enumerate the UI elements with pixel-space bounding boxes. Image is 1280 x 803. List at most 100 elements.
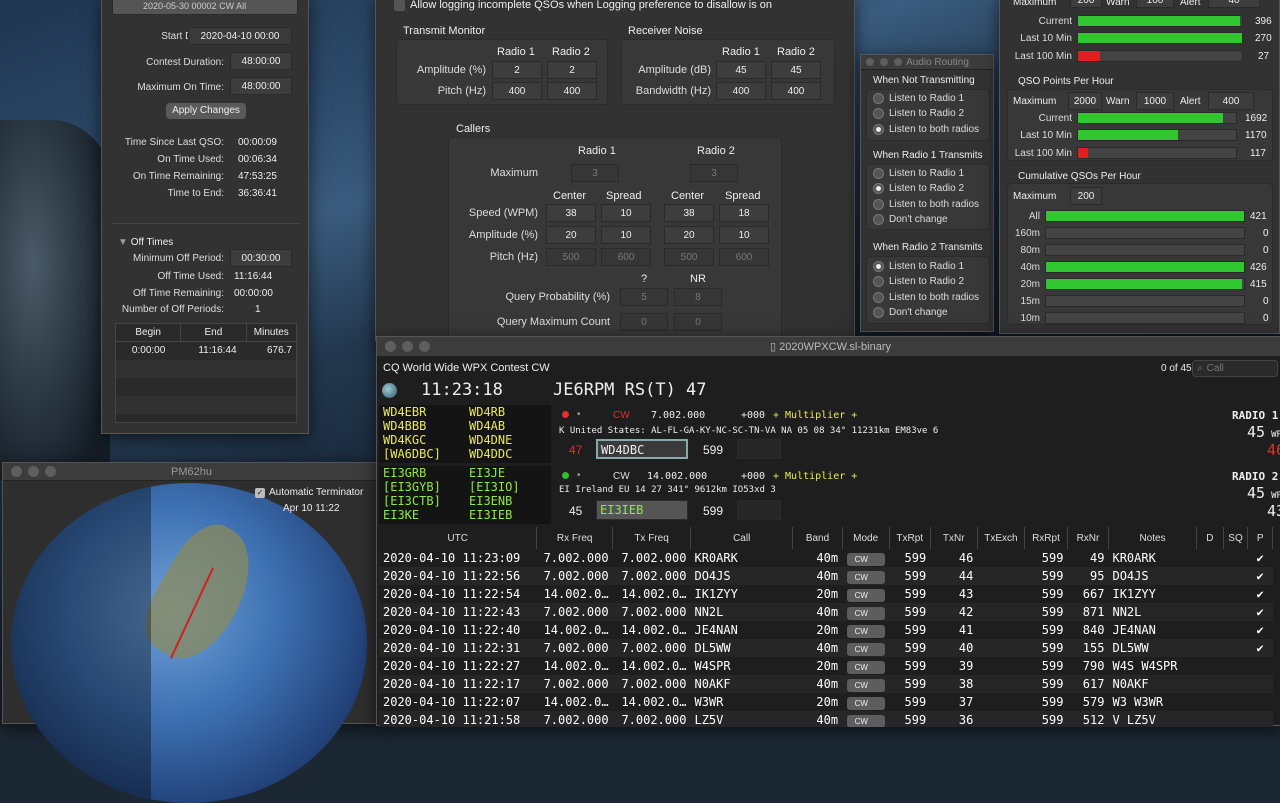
col-header[interactable]: Rx Freq <box>536 527 614 549</box>
col-header[interactable]: Tx Freq <box>612 527 691 549</box>
speed-center-r2[interactable]: 38 <box>664 204 714 222</box>
col-minutes[interactable]: Minutes <box>247 324 296 341</box>
amp-center-r1[interactable]: 20 <box>546 226 596 244</box>
col-header[interactable]: Mode <box>842 527 890 549</box>
pitch-center-r1[interactable]: 500 <box>546 248 596 266</box>
g1-radio2[interactable]: Listen to Radio 2 <box>873 108 964 119</box>
auto-terminator-checkbox[interactable]: ✓ Automatic Terminator <box>255 487 363 498</box>
off-times-toggle[interactable]: ▼ Off Times <box>118 237 173 248</box>
g3-radio2[interactable]: Listen to Radio 2 <box>873 276 964 287</box>
col-header[interactable]: Call <box>690 527 794 549</box>
mode-select[interactable]: CW <box>846 624 885 638</box>
col-header[interactable]: TxNr <box>930 527 978 549</box>
col-header[interactable]: D <box>1196 527 1224 549</box>
col-header[interactable]: UTC <box>379 527 538 549</box>
caller-call[interactable]: EI3GRB <box>383 466 426 480</box>
table-row[interactable]: 2020-04-10 11:22:40 14.002.0… 14.002.0… JE4… <box>379 621 1273 639</box>
col-header[interactable]: Notes <box>1108 527 1198 549</box>
col-header[interactable]: TxRpt <box>889 527 931 549</box>
amp-center-r2[interactable]: 20 <box>664 226 714 244</box>
g3-radio1[interactable]: Listen to Radio 1 <box>873 261 964 272</box>
tx-pitch-r2[interactable]: 400 <box>547 82 597 100</box>
rx-amp-r1[interactable]: 45 <box>716 61 766 79</box>
mode-select[interactable]: CW <box>846 570 885 584</box>
mode-select[interactable]: CW <box>846 642 885 656</box>
caller-call[interactable]: EI3IEB <box>469 508 512 522</box>
search-field[interactable]: ⌕ Call <box>1192 360 1278 377</box>
g1-both[interactable]: Listen to both radios <box>873 124 979 135</box>
col-header[interactable]: P <box>1247 527 1273 549</box>
table-row[interactable]: 2020-04-10 11:22:43 7.002.000 7.002.000 NN2… <box>379 603 1273 621</box>
radio1-rst[interactable]: 599 <box>703 443 723 457</box>
mode-select[interactable]: CW <box>846 696 885 710</box>
mode-select[interactable]: CW <box>846 552 885 566</box>
pitch-center-r2[interactable]: 500 <box>664 248 714 266</box>
rx-amp-r2[interactable]: 45 <box>771 61 821 79</box>
g2-radio1[interactable]: Listen to Radio 1 <box>873 168 964 179</box>
globe[interactable] <box>11 483 367 803</box>
speed-center-r1[interactable]: 38 <box>546 204 596 222</box>
caller-call[interactable]: WD4RB <box>469 405 505 419</box>
min-off-field[interactable]: 00:30:00 <box>230 249 292 267</box>
max-on-field[interactable]: 48:00:00 <box>230 77 292 95</box>
caller-call[interactable]: WD4DDC <box>469 447 512 461</box>
start-date-field[interactable]: 2020-04-10 00:00 <box>188 27 292 45</box>
max-callers-r1[interactable]: 3 <box>571 164 619 182</box>
caller-call[interactable]: WD4AB <box>469 419 505 433</box>
caller-call[interactable]: [EI3GYB] <box>383 480 441 494</box>
caller-call[interactable]: [EI3CTB] <box>383 494 441 508</box>
radio1-call-input[interactable]: WD4DBC <box>596 439 688 459</box>
speed-spread-r2[interactable]: 18 <box>719 204 769 222</box>
query-max-q[interactable]: 0 <box>620 313 668 331</box>
col-header[interactable]: TxExch <box>977 527 1025 549</box>
g2-radio2[interactable]: Listen to Radio 2 <box>873 183 964 194</box>
top-field[interactable]: 2020-05-30 00002 CW All <box>112 0 298 15</box>
tx-pitch-r1[interactable]: 400 <box>492 82 542 100</box>
caller-call[interactable]: [EI3IO] <box>469 480 520 494</box>
col-begin[interactable]: Begin <box>116 324 182 341</box>
caller-call[interactable]: EI3KE <box>383 508 419 522</box>
globe-icon[interactable] <box>382 383 397 398</box>
query-prob-nr[interactable]: 8 <box>674 288 722 306</box>
caller-call[interactable]: EI3JE <box>469 466 505 480</box>
col-header[interactable]: RxRpt <box>1024 527 1068 549</box>
g3-nochange[interactable]: Don't change <box>873 307 948 318</box>
pitch-spread-r2[interactable]: 600 <box>719 248 769 266</box>
table-row[interactable]: 2020-04-10 11:22:07 14.002.0… 14.002.0… W3W… <box>379 693 1273 711</box>
mode-select[interactable]: CW <box>846 660 885 674</box>
rx-bw-r2[interactable]: 400 <box>771 82 821 100</box>
query-max-nr[interactable]: 0 <box>674 313 722 331</box>
caller-call[interactable]: WD4BBB <box>383 419 426 433</box>
caller-call[interactable]: EI3ENB <box>469 494 512 508</box>
tx-amp-r2[interactable]: 2 <box>547 61 597 79</box>
amp-spread-r1[interactable]: 10 <box>601 226 651 244</box>
allow-incomplete-checkbox[interactable]: Allow logging incomplete QSOs when Loggi… <box>394 0 772 11</box>
mode-select[interactable]: CW <box>846 588 885 602</box>
rx-bw-r1[interactable]: 400 <box>716 82 766 100</box>
apply-changes-button[interactable]: Apply Changes <box>166 103 246 119</box>
caller-call[interactable]: WD4KGC <box>383 433 426 447</box>
table-row[interactable]: 2020-04-10 11:22:56 7.002.000 7.002.000 DO4… <box>379 567 1273 585</box>
table-row[interactable]: 2020-04-10 11:21:58 7.002.000 7.002.000 LZ5… <box>379 711 1273 727</box>
caller-call[interactable]: WD4EBR <box>383 405 426 419</box>
g1-radio1[interactable]: Listen to Radio 1 <box>873 93 964 104</box>
radio2-rst[interactable]: 599 <box>703 504 723 518</box>
radio1-exch[interactable] <box>737 439 781 459</box>
g2-nochange[interactable]: Don't change <box>873 214 948 225</box>
table-row[interactable]: 2020-04-10 11:22:17 7.002.000 7.002.000 N0A… <box>379 675 1273 693</box>
g3-both[interactable]: Listen to both radios <box>873 292 979 303</box>
speed-spread-r1[interactable]: 10 <box>601 204 651 222</box>
tx-amp-r1[interactable]: 2 <box>492 61 542 79</box>
caller-call[interactable]: [WA6DBC] <box>383 447 441 461</box>
pitch-spread-r1[interactable]: 600 <box>601 248 651 266</box>
table-row[interactable]: 2020-04-10 11:22:27 14.002.0… 14.002.0… W4S… <box>379 657 1273 675</box>
radio2-call-input[interactable]: EI3IEB <box>596 500 688 520</box>
col-header[interactable]: Band <box>792 527 843 549</box>
query-prob-q[interactable]: 5 <box>620 288 668 306</box>
col-header[interactable]: SQ <box>1223 527 1249 549</box>
table-row[interactable]: 2020-04-10 11:23:09 7.002.000 7.002.000 KR0… <box>379 549 1273 567</box>
col-end[interactable]: End <box>181 324 247 341</box>
mode-select[interactable]: CW <box>846 678 885 692</box>
g2-both[interactable]: Listen to both radios <box>873 199 979 210</box>
mode-select[interactable]: CW <box>846 606 885 620</box>
